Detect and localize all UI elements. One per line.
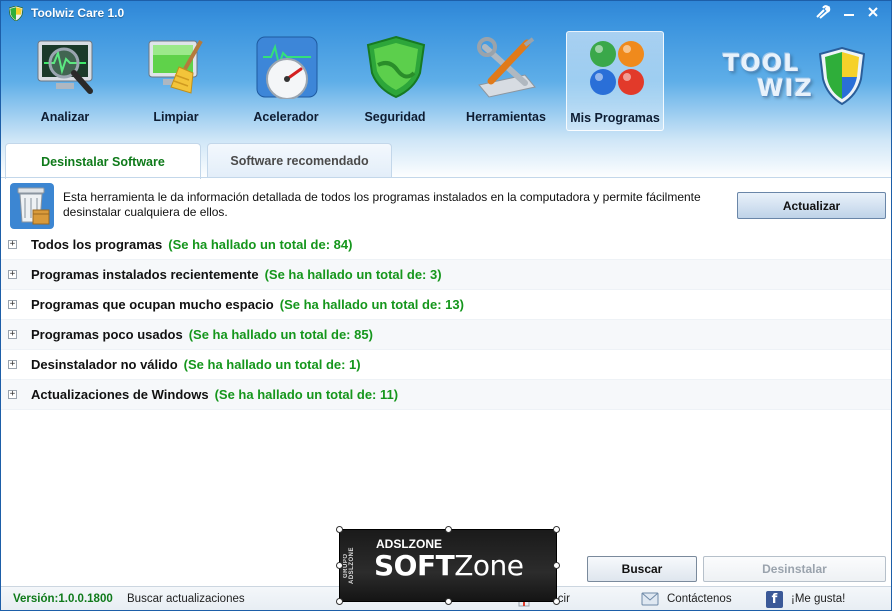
description-text: Esta herramienta le da información detal…	[63, 190, 701, 219]
wrench-icon	[816, 5, 831, 19]
logo-text: TOOL WIZ	[723, 51, 813, 101]
uninstall-button[interactable]: Desinstalar	[703, 556, 886, 582]
tab-desinstalar-software[interactable]: Desinstalar Software	[5, 143, 201, 179]
category-label: Actualizaciones de Windows (Se ha hallado…	[31, 387, 398, 402]
nav-label-analizar: Analizar	[40, 110, 90, 124]
category-row[interactable]: + Programas poco usados (Se ha hallado un…	[1, 320, 891, 350]
watermark-side-text: GRUPO ADSLZONE	[343, 547, 355, 585]
resize-handle[interactable]	[553, 526, 560, 533]
speedometer-icon	[256, 36, 318, 99]
contact-link[interactable]: Contáctenos	[667, 593, 732, 605]
nav-label-mis-programas: Mis Programas	[570, 111, 660, 125]
toolwiz-logo: TOOL WIZ	[721, 47, 871, 111]
category-title: Desinstalador no válido	[31, 357, 178, 372]
nav-seguridad[interactable]: Seguridad	[346, 31, 444, 131]
logo-line-1: TOOL	[723, 49, 800, 77]
mail-icon	[641, 592, 659, 606]
color-tiles-icon	[590, 41, 644, 95]
like-link[interactable]: ¡Me gusta!	[791, 593, 845, 605]
app-window: Toolwiz Care 1.0 Analizar Limpiar Aceler…	[0, 0, 892, 611]
category-count: (Se ha hallado un total de: 1)	[183, 357, 361, 372]
header: Toolwiz Care 1.0 Analizar Limpiar Aceler…	[1, 1, 891, 179]
close-icon	[868, 7, 878, 17]
version-label: Versión:1.0.0.1800	[13, 593, 113, 605]
nav-label-seguridad: Seguridad	[364, 110, 426, 124]
category-label: Programas que ocupan mucho espacio (Se ha…	[31, 297, 464, 312]
nav-label-herramientas: Herramientas	[466, 110, 546, 124]
watermark-brand: SOFTZone	[374, 549, 524, 582]
check-updates-link[interactable]: Buscar actualizaciones	[127, 593, 245, 605]
resize-handle[interactable]	[553, 562, 560, 569]
monitor-magnifier-icon	[37, 40, 93, 94]
category-row[interactable]: + Desinstalador no válido (Se ha hallado …	[1, 350, 891, 380]
category-count: (Se ha hallado un total de: 13)	[279, 297, 464, 312]
nav-label-acelerador: Acelerador	[253, 110, 319, 124]
category-row[interactable]: + Todos los programas (Se ha hallado un t…	[1, 230, 891, 260]
nav-limpiar[interactable]: Limpiar	[127, 31, 225, 131]
expand-icon[interactable]: +	[8, 390, 17, 399]
expand-icon[interactable]: +	[8, 360, 17, 369]
category-title: Programas poco usados	[31, 327, 183, 342]
nav-analizar[interactable]: Analizar	[16, 31, 114, 131]
update-button[interactable]: Actualizar	[737, 192, 886, 219]
category-row[interactable]: + Programas que ocupan mucho espacio (Se …	[1, 290, 891, 320]
window-title: Toolwiz Care 1.0	[31, 6, 125, 20]
category-title: Programas instalados recientemente	[31, 267, 259, 282]
nav-label-limpiar: Limpiar	[153, 110, 199, 124]
resize-handle[interactable]	[336, 526, 343, 533]
nav-herramientas[interactable]: Herramientas	[457, 31, 555, 131]
category-title: Actualizaciones de Windows	[31, 387, 209, 402]
category-row[interactable]: + Programas instalados recientemente (Se …	[1, 260, 891, 290]
settings-button[interactable]	[809, 3, 837, 21]
category-title: Todos los programas	[31, 237, 163, 252]
nav-acelerador[interactable]: Acelerador	[237, 31, 335, 131]
category-count: (Se ha hallado un total de: 3)	[264, 267, 442, 282]
app-shield-icon	[9, 6, 23, 21]
title-bar[interactable]: Toolwiz Care 1.0	[1, 1, 891, 25]
expand-icon[interactable]: +	[8, 270, 17, 279]
resize-handle[interactable]	[445, 526, 452, 533]
watermark-brand-a: SOFT	[374, 549, 455, 582]
watermark-brand-b: Zone	[454, 549, 524, 582]
resize-handle[interactable]	[445, 598, 452, 605]
expand-icon[interactable]: +	[8, 330, 17, 339]
divider	[1, 177, 891, 178]
resize-handle[interactable]	[336, 562, 343, 569]
resize-handle[interactable]	[336, 598, 343, 605]
category-label: Desinstalador no válido (Se ha hallado un…	[31, 357, 361, 372]
recycle-bin-icon	[10, 183, 54, 229]
category-count: (Se ha hallado un total de: 11)	[214, 387, 399, 402]
category-count: (Se ha hallado un total de: 84)	[168, 237, 353, 252]
expand-icon[interactable]: +	[8, 300, 17, 309]
tools-icon	[477, 37, 536, 98]
category-label: Programas instalados recientemente (Se ha…	[31, 267, 442, 282]
expand-icon[interactable]: +	[8, 240, 17, 249]
nav-mis-programas[interactable]: Mis Programas	[566, 31, 664, 131]
logo-shield-icon	[819, 47, 865, 105]
category-label: Programas poco usados (Se ha hallado un t…	[31, 327, 373, 342]
softzone-watermark: GRUPO ADSLZONE ADSLZONE SOFTZone	[336, 526, 560, 605]
facebook-icon[interactable]: f	[766, 591, 783, 608]
search-button[interactable]: Buscar	[587, 556, 697, 582]
close-button[interactable]	[859, 3, 887, 21]
category-row[interactable]: + Actualizaciones de Windows (Se ha halla…	[1, 380, 891, 410]
shield-icon	[366, 35, 426, 99]
category-count: (Se ha hallado un total de: 85)	[188, 327, 373, 342]
category-title: Programas que ocupan mucho espacio	[31, 297, 274, 312]
logo-line-2: WIZ	[757, 74, 813, 102]
monitor-broom-icon	[148, 40, 203, 94]
category-label: Todos los programas (Se ha hallado un tot…	[31, 237, 352, 252]
tab-software-recomendado[interactable]: Software recomendado	[207, 143, 392, 177]
resize-handle[interactable]	[553, 598, 560, 605]
minimize-icon	[844, 14, 854, 16]
